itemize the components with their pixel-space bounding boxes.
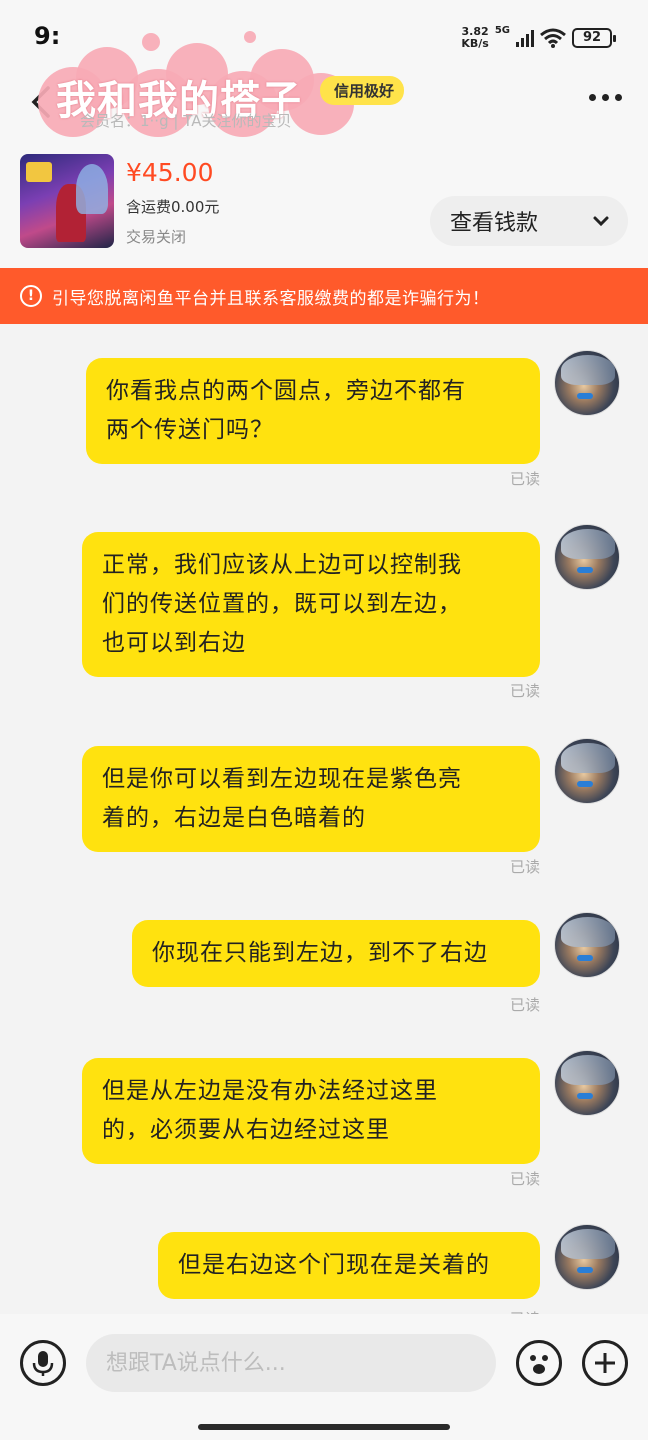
message-bubble[interactable]: 你现在只能到左边，到不了右边	[132, 920, 540, 987]
view-payment-label: 查看钱款	[450, 211, 539, 236]
user-avatar[interactable]	[554, 1224, 620, 1290]
plus-icon[interactable]	[582, 1340, 628, 1386]
chat-header: 信用极好 我和我的搭子 会员名：1··g | TA关注你的宝贝	[0, 31, 648, 140]
user-avatar[interactable]	[554, 738, 620, 804]
message-bubble[interactable]: 但是右边这个门现在是关着的	[158, 1232, 540, 1299]
signal-icon	[516, 29, 534, 47]
shipping-fee: 含运费0.00元	[126, 198, 220, 216]
message-line: 但是从左边是没有办法经过这里	[102, 1078, 438, 1104]
user-avatar[interactable]	[554, 524, 620, 590]
network-speed-unit: KB/s	[461, 37, 489, 50]
chat-subtitle: 会员名：1··g | TA关注你的宝贝	[80, 112, 292, 130]
read-status: 已读	[509, 470, 540, 488]
warning-icon: !	[20, 285, 42, 307]
network-speed: 3.82 KB/s	[461, 26, 488, 50]
message-line: 但是右边这个门现在是关着的	[178, 1252, 490, 1278]
message-line: 也可以到右边	[102, 630, 246, 656]
product-price: ¥45.00	[126, 158, 214, 187]
view-payment-button[interactable]: 查看钱款	[430, 196, 628, 246]
chevron-down-icon[interactable]	[592, 212, 610, 230]
fraud-warning-banner: ! 引导您脱离闲鱼平台并且联系客服缴费的都是诈骗行为！	[0, 268, 648, 324]
message-line: 你现在只能到左边，到不了右边	[152, 940, 488, 966]
read-status: 已读	[509, 858, 540, 876]
message-bubble[interactable]: 但是从左边是没有办法经过这里 的，必须要从右边经过这里	[82, 1058, 540, 1164]
message-line: 正常，我们应该从上边可以控制我	[102, 552, 462, 578]
message-bubble[interactable]: 正常，我们应该从上边可以控制我 们的传送位置的，既可以到左边， 也可以到右边	[82, 532, 540, 677]
network-type: 5G	[494, 24, 510, 36]
more-options-icon[interactable]	[589, 94, 622, 101]
read-status: 已读	[509, 996, 540, 1014]
read-status: 已读	[509, 682, 540, 700]
message-list[interactable]: 你看我点的两个圆点，旁边不都有 两个传送门吗？ 已读 正常，我们应该从上边可以控…	[0, 324, 648, 1314]
wifi-icon	[540, 28, 566, 48]
message-bubble[interactable]: 你看我点的两个圆点，旁边不都有 两个传送门吗？	[86, 358, 540, 464]
credit-badge: 信用极好	[320, 76, 405, 105]
microphone-icon[interactable]	[20, 1340, 66, 1386]
message-input[interactable]	[86, 1334, 496, 1392]
deal-status: 交易关闭	[126, 228, 187, 246]
user-avatar[interactable]	[554, 350, 620, 416]
message-line: 着的，右边是白色暗着的	[102, 805, 366, 831]
message-line: 你看我点的两个圆点，旁边不都有	[106, 378, 466, 404]
emoji-icon[interactable]	[516, 1340, 562, 1386]
home-indicator[interactable]	[198, 1424, 450, 1430]
user-avatar[interactable]	[554, 1050, 620, 1116]
user-avatar[interactable]	[554, 912, 620, 978]
message-line: 们的传送位置的，既可以到左边，	[102, 591, 462, 617]
product-thumbnail[interactable]	[20, 154, 114, 248]
input-bar	[0, 1314, 648, 1440]
warning-text: 引导您脱离闲鱼平台并且联系客服缴费的都是诈骗行为！	[52, 288, 490, 309]
read-status: 已读	[509, 1170, 540, 1188]
message-line: 两个传送门吗？	[106, 417, 274, 443]
status-indicators: 3.82 KB/s 5G 92	[461, 24, 616, 50]
message-bubble[interactable]: 但是你可以看到左边现在是紫色亮 着的，右边是白色暗着的	[82, 746, 540, 852]
product-card[interactable]: ¥45.00 含运费0.00元 交易关闭 查看钱款	[0, 140, 648, 268]
battery-icon: 92	[572, 28, 616, 48]
message-line: 但是你可以看到左边现在是紫色亮	[102, 766, 462, 792]
message-line: 的，必须要从右边经过这里	[102, 1117, 390, 1143]
